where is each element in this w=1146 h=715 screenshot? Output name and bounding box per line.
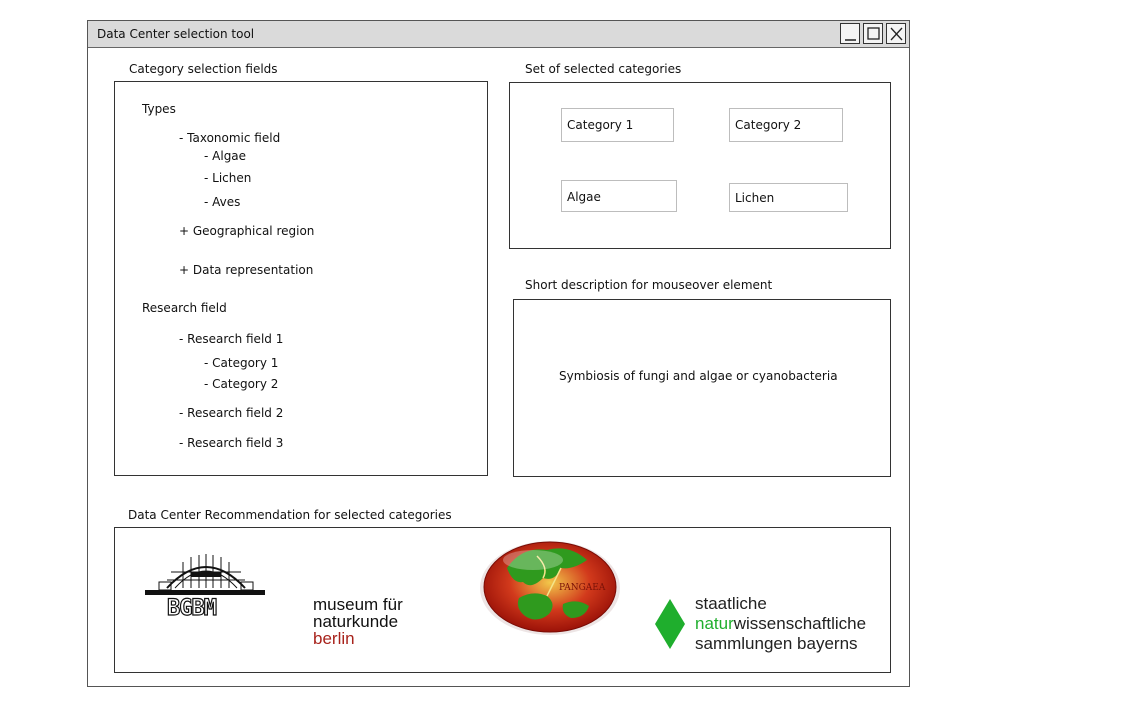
snsb-line-1: staatliche	[695, 594, 767, 613]
close-button[interactable]	[886, 23, 906, 44]
mfn-line-2: naturkunde	[313, 612, 399, 631]
pangaea-logo-text: PANGAEA	[559, 583, 606, 593]
selected-panel: Category 1 Category 2 Algae Lichen	[509, 82, 891, 249]
tree-item-geographical[interactable]: + Geographical region	[179, 224, 314, 238]
mfn-line-1: museum für	[313, 595, 403, 614]
tree-item-aves[interactable]: - Aves	[204, 195, 240, 209]
tree-item-lichen[interactable]: - Lichen	[204, 171, 251, 185]
category-panel: Types - Taxonomic field - Algae - Lichen…	[114, 81, 488, 476]
selected-panel-heading: Set of selected categories	[525, 62, 682, 76]
snsb-line-2: naturwissenschaftliche	[695, 614, 866, 634]
window-title: Data Center selection tool	[97, 27, 255, 41]
category-panel-heading: Category selection fields	[129, 62, 278, 76]
tree-item-research-1[interactable]: - Research field 1	[179, 332, 283, 346]
tree-item-research-2[interactable]: - Research field 2	[179, 406, 283, 420]
description-panel-heading: Short description for mouseover element	[525, 278, 773, 292]
maximize-icon	[867, 27, 880, 40]
bgbm-logo-text: BGBM	[166, 595, 217, 621]
mfn-line-3: berlin	[313, 629, 355, 648]
description-text: Symbiosis of fungi and algae or cyanobac…	[559, 369, 838, 383]
mfn-logo[interactable]: museum für naturkunde berlin	[313, 596, 433, 656]
chip-category-1[interactable]: Category 1	[561, 108, 674, 142]
chip-label: Category 1	[567, 118, 634, 132]
tree-item-category-1[interactable]: - Category 1	[204, 356, 278, 370]
minimize-icon	[845, 39, 856, 41]
chip-lichen[interactable]: Lichen	[729, 183, 848, 212]
recommendation-panel: BGBM museum für naturkunde berlin PANGAE…	[114, 527, 891, 673]
tree-item-data-representation[interactable]: + Data representation	[179, 263, 313, 277]
description-panel: Symbiosis of fungi and algae or cyanobac…	[513, 299, 891, 477]
tree-item-research-3[interactable]: - Research field 3	[179, 436, 283, 450]
types-label: Types	[142, 102, 176, 116]
chip-algae[interactable]: Algae	[561, 180, 677, 212]
tree-item-algae[interactable]: - Algae	[204, 149, 246, 163]
tree-item-category-2[interactable]: - Category 2	[204, 377, 278, 391]
title-bar: Data Center selection tool	[88, 21, 909, 48]
snsb-line-2-accent: natur	[695, 614, 734, 633]
pangaea-logo[interactable]: PANGAEA	[477, 538, 623, 638]
chip-label: Category 2	[735, 118, 802, 132]
minimize-button[interactable]	[840, 23, 860, 44]
close-icon	[890, 27, 903, 41]
snsb-logo[interactable]: staatliche naturwissenschaftliche sammlu…	[653, 594, 893, 656]
snsb-line-2-rest: wissenschaftliche	[733, 614, 867, 633]
tree-item-taxonomic[interactable]: - Taxonomic field	[179, 131, 280, 145]
research-label: Research field	[142, 301, 227, 315]
maximize-button[interactable]	[863, 23, 883, 44]
green-diamond-icon	[655, 599, 685, 649]
chip-label: Algae	[567, 190, 601, 204]
chip-label: Lichen	[735, 191, 775, 205]
app-window: Data Center selection tool Category sele…	[87, 20, 910, 687]
snsb-line-3: sammlungen bayerns	[695, 634, 858, 653]
bgbm-logo[interactable]: BGBM	[145, 548, 267, 623]
recommendation-panel-heading: Data Center Recommendation for selected …	[128, 508, 452, 522]
chip-category-2[interactable]: Category 2	[729, 108, 843, 142]
